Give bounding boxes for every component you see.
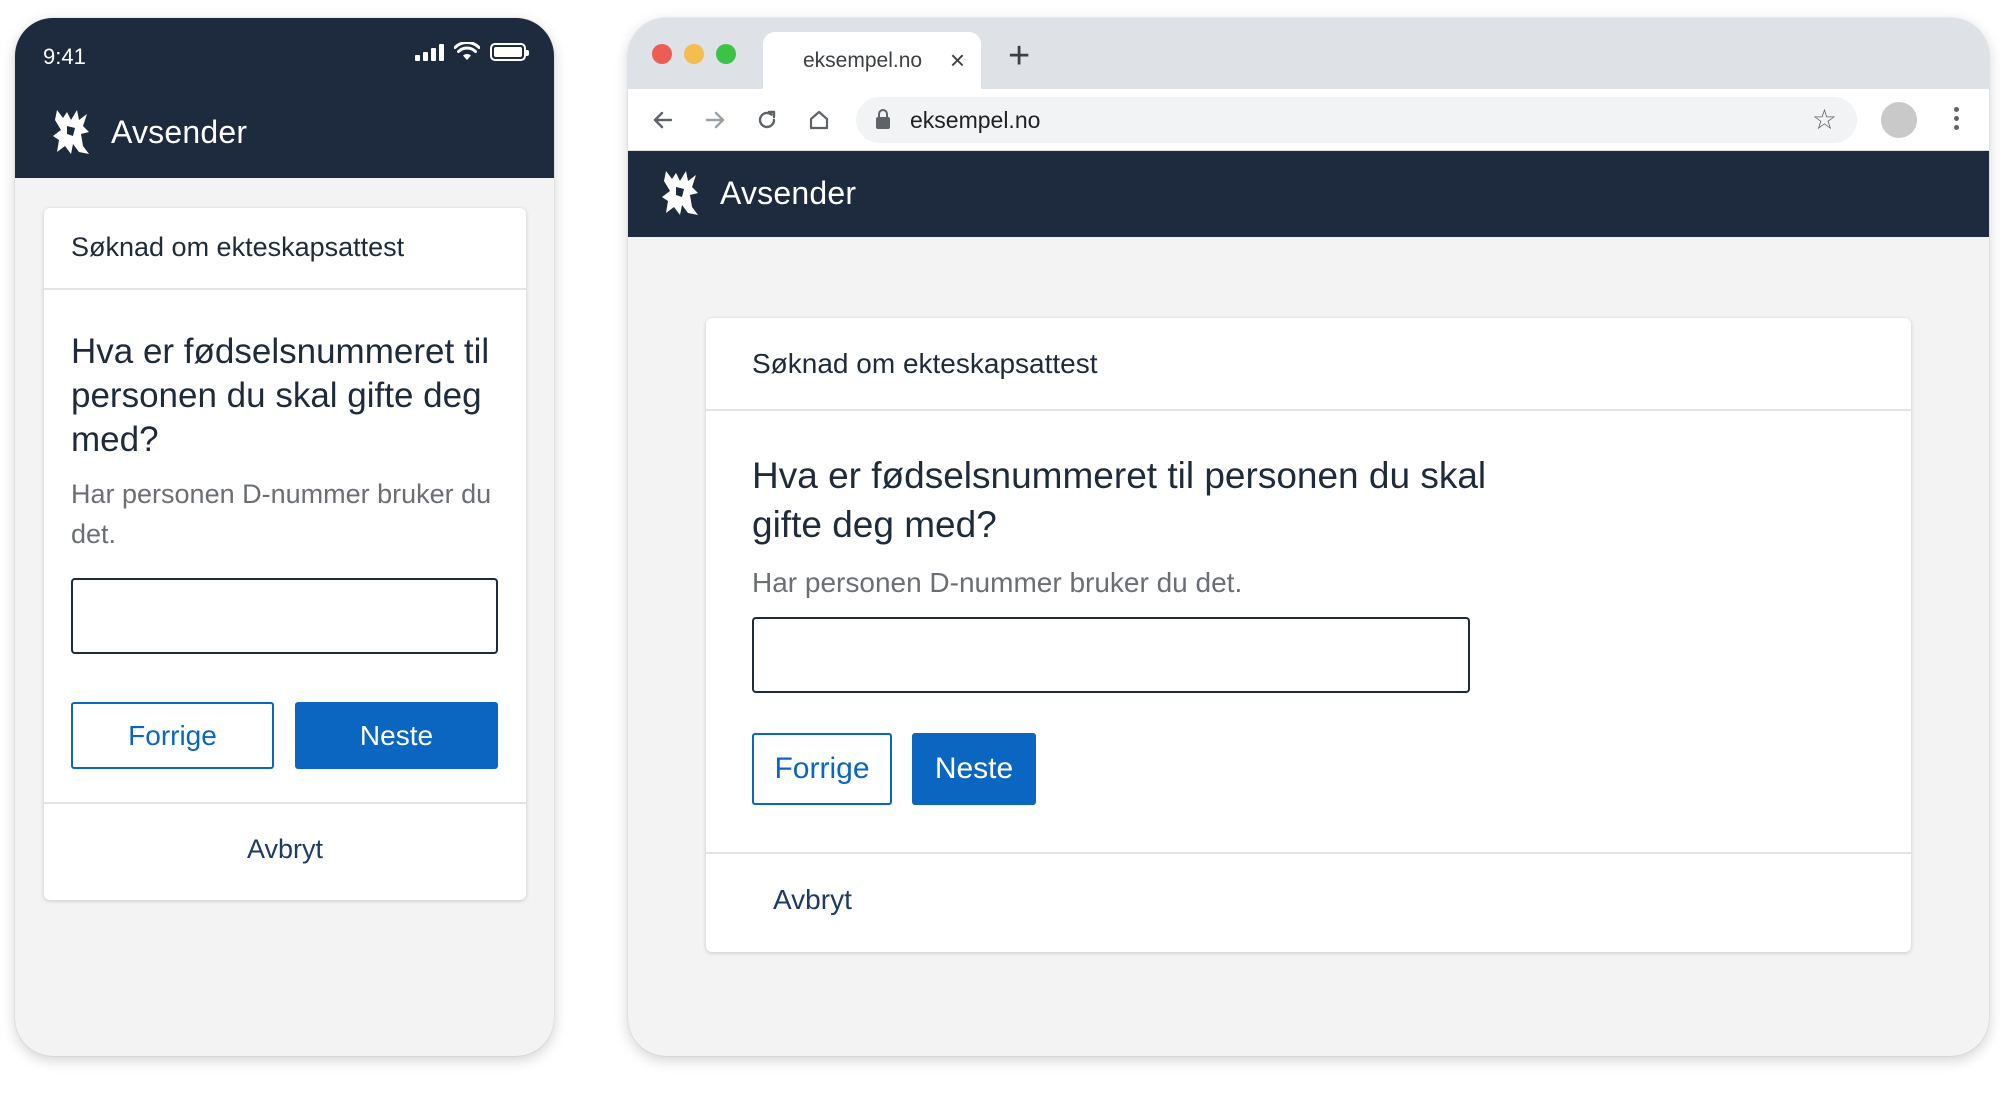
kebab-menu-icon[interactable]: [1948, 103, 1965, 134]
app-brand: Avsender: [658, 167, 856, 219]
question-heading: Hva er fødselsnummeret til personen du s…: [71, 332, 490, 459]
cancel-link[interactable]: Avbryt: [706, 854, 1911, 916]
button-row: Forrige Neste: [71, 702, 499, 769]
profile-avatar[interactable]: [1881, 102, 1917, 138]
sender-title: Avsender: [111, 113, 248, 150]
form-body: Hva er fødselsnummeret til personen du s…: [44, 290, 526, 804]
tab-bar: eksempel.no × +: [628, 18, 1989, 89]
home-icon[interactable]: [802, 103, 836, 137]
cancel-link[interactable]: Avbryt: [44, 804, 526, 865]
address-bar[interactable]: eksempel.no ☆: [856, 97, 1857, 143]
tab-title: eksempel.no: [803, 48, 923, 72]
question-hint: Har personen D-nummer bruker du det.: [71, 479, 492, 549]
wifi-icon: [454, 42, 480, 60]
sender-title: Avsender: [720, 174, 857, 211]
browser-tab[interactable]: eksempel.no ×: [763, 32, 981, 89]
window-controls: [652, 44, 736, 64]
browser-window: eksempel.no × + eksempel.no ☆ Avsender S…: [628, 18, 1989, 1056]
close-window-button[interactable]: [652, 44, 672, 64]
cellular-signal-icon: [415, 43, 444, 61]
button-row: Forrige Neste: [752, 733, 1865, 805]
navigation-bar: eksempel.no ☆: [628, 89, 1989, 151]
minimize-window-button[interactable]: [684, 44, 704, 64]
status-icons: [415, 42, 529, 62]
forward-icon[interactable]: [698, 103, 732, 137]
national-id-input[interactable]: [752, 617, 1470, 693]
logo-icon: [662, 171, 698, 215]
site-header: Avsender: [628, 151, 1989, 237]
previous-button[interactable]: Forrige: [71, 702, 274, 769]
question-heading: Hva er fødselsnummeret til personen du s…: [752, 455, 1487, 545]
reload-icon[interactable]: [750, 103, 784, 137]
address-url: eksempel.no: [910, 106, 1041, 133]
lock-icon: [876, 109, 890, 129]
national-id-input[interactable]: [71, 578, 498, 654]
form-body: Hva er fødselsnummeret til personen du s…: [706, 411, 1911, 854]
form-title: Søknad om ekteskapsattest: [44, 208, 526, 290]
form-title: Søknad om ekteskapsattest: [706, 318, 1911, 411]
next-button[interactable]: Neste: [295, 702, 498, 769]
new-tab-button[interactable]: +: [1008, 36, 1030, 76]
form-card: Søknad om ekteskapsattest Hva er fødsels…: [44, 208, 526, 900]
app-brand: Avsender: [49, 106, 247, 158]
mobile-device-frame: 9:41 Avsender Søknad om ekteskapsattest …: [15, 18, 554, 1056]
battery-icon: [490, 43, 529, 61]
next-button[interactable]: Neste: [912, 733, 1036, 805]
logo-icon: [53, 110, 89, 154]
question-hint: Har personen D-nummer bruker du det.: [752, 567, 1243, 598]
maximize-window-button[interactable]: [716, 44, 736, 64]
previous-button[interactable]: Forrige: [752, 733, 892, 805]
back-icon[interactable]: [646, 103, 680, 137]
close-icon[interactable]: ×: [950, 46, 965, 74]
status-time: 9:41: [43, 44, 86, 69]
form-card: Søknad om ekteskapsattest Hva er fødsels…: [706, 318, 1911, 952]
mobile-header: 9:41 Avsender: [15, 18, 554, 178]
star-icon[interactable]: ☆: [1812, 103, 1837, 136]
